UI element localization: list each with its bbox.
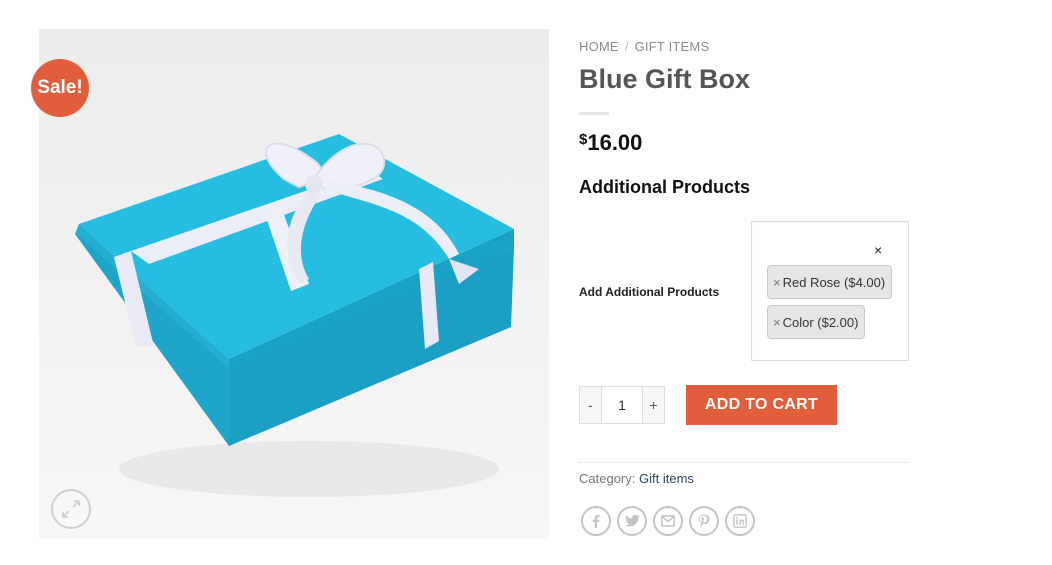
linkedin-icon <box>733 514 747 528</box>
remove-chip-icon[interactable]: × <box>773 275 781 290</box>
add-to-cart-button[interactable]: ADD TO CART <box>686 385 837 425</box>
expand-icon <box>62 500 80 518</box>
price-amount: 16.00 <box>587 130 643 155</box>
breadcrumb-home-link[interactable]: HOME <box>579 39 619 54</box>
quantity-input[interactable] <box>602 387 642 423</box>
share-facebook-button[interactable] <box>581 506 611 536</box>
chip-label: Color ($2.00) <box>782 314 859 330</box>
currency-symbol: $ <box>579 131 588 148</box>
share-twitter-button[interactable] <box>617 506 647 536</box>
zoom-button[interactable] <box>51 489 91 529</box>
title-divider <box>579 112 609 115</box>
pinterest-icon <box>698 514 710 528</box>
chip-label: Red Rose ($4.00) <box>782 274 886 290</box>
gift-box-image <box>39 29 549 539</box>
product-gallery <box>39 29 549 539</box>
additional-products-select[interactable]: × × Red Rose ($4.00) × Color ($2.00) <box>751 221 909 361</box>
breadcrumb-category-link[interactable]: GIFT ITEMS <box>635 39 710 54</box>
sale-badge: Sale! <box>31 59 89 117</box>
remove-chip-icon[interactable]: × <box>773 315 781 330</box>
product-title: Blue Gift Box <box>579 64 751 94</box>
selected-product-chip: × Color ($2.00) <box>767 305 866 339</box>
category-label: Category: <box>579 471 636 486</box>
share-email-button[interactable] <box>653 506 683 536</box>
additional-products-label: Add Additional Products <box>579 285 720 299</box>
breadcrumb-separator: / <box>624 39 629 54</box>
breadcrumb: HOME / GIFT ITEMS <box>579 39 709 54</box>
quantity-plus-button[interactable]: + <box>642 387 664 423</box>
selected-product-chip: × Red Rose ($4.00) <box>767 265 893 299</box>
product-category: Category: Gift items <box>579 471 694 486</box>
quantity-minus-button[interactable]: - <box>580 387 602 423</box>
email-icon <box>661 515 675 527</box>
share-linkedin-button[interactable] <box>725 506 755 536</box>
quantity-stepper: - + <box>579 386 665 424</box>
meta-divider <box>579 462 909 463</box>
twitter-icon <box>624 514 640 527</box>
additional-products-heading: Additional Products <box>579 177 750 197</box>
product-price: $16.00 <box>579 130 642 156</box>
category-link[interactable]: Gift items <box>639 471 694 486</box>
share-pinterest-button[interactable] <box>689 506 719 536</box>
share-icons <box>581 506 755 536</box>
facebook-icon <box>592 515 600 528</box>
clear-all-icon[interactable]: × <box>874 242 882 258</box>
